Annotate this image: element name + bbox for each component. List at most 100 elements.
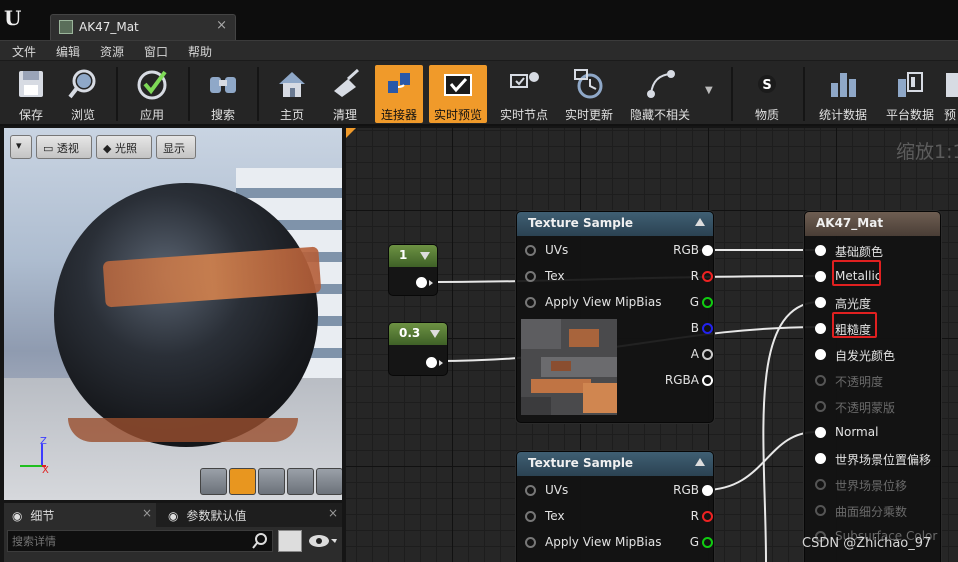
- teapot-shape-button[interactable]: [316, 468, 342, 495]
- output-pin-row[interactable]: RGB: [673, 243, 713, 257]
- live-update-button[interactable]: 实时更新: [558, 65, 620, 123]
- input-pin[interactable]: [525, 297, 536, 308]
- toolbar-separator: [116, 67, 118, 121]
- material-pin-emissive[interactable]: 自发光颜色: [815, 347, 895, 364]
- constant-node-1[interactable]: 1: [388, 244, 438, 296]
- perspective-button[interactable]: ▭ 透视: [36, 135, 92, 159]
- output-pin-row[interactable]: R: [691, 509, 713, 523]
- show-button[interactable]: 显示: [156, 135, 196, 159]
- output-pin[interactable]: [702, 511, 713, 522]
- collapse-icon[interactable]: [695, 218, 705, 226]
- input-pin[interactable]: [815, 453, 826, 464]
- input-pin[interactable]: [525, 511, 536, 522]
- save-button[interactable]: 保存: [6, 65, 56, 123]
- material-preview-viewport[interactable]: ▾ ▭ 透视 ◆ 光照 显示 Z X: [4, 128, 342, 500]
- input-pin-row[interactable]: Apply View MipBias: [525, 295, 661, 309]
- tab-ak47-mat[interactable]: AK47_Mat ×: [50, 14, 236, 40]
- chevron-down-icon[interactable]: [430, 330, 440, 338]
- collapse-icon[interactable]: [695, 458, 705, 466]
- connector-button[interactable]: 连接器: [375, 65, 423, 123]
- stats-button[interactable]: 统计数据: [812, 65, 874, 123]
- output-pin-row[interactable]: G: [690, 295, 713, 309]
- substance-button[interactable]: S 物质: [742, 65, 792, 123]
- input-pin[interactable]: [525, 271, 536, 282]
- material-pin-specular[interactable]: 高光度: [815, 295, 871, 312]
- output-pin[interactable]: [702, 485, 713, 496]
- output-pin-row[interactable]: A: [691, 347, 713, 361]
- axis-gizmo-icon: Z X: [20, 436, 49, 474]
- menu-help[interactable]: 帮助: [188, 43, 212, 60]
- cylinder-shape-button[interactable]: [200, 468, 227, 495]
- constant-node-2[interactable]: 0.3: [388, 322, 448, 376]
- chevron-down-icon[interactable]: [420, 252, 430, 260]
- texture-sample-node-2[interactable]: Texture Sample UVs Tex Apply View MipBia…: [516, 451, 714, 562]
- output-pin[interactable]: [702, 323, 713, 334]
- input-pin-row[interactable]: Tex: [525, 509, 565, 523]
- input-pin[interactable]: [815, 323, 826, 334]
- output-pin-row[interactable]: RGBA: [665, 373, 713, 387]
- chevron-down-icon[interactable]: ▼: [705, 85, 713, 96]
- tab-parameter-defaults[interactable]: ◉ 参数默认值: [160, 503, 342, 527]
- sphere-shape-button[interactable]: [229, 468, 256, 495]
- platform-stats-button[interactable]: 平台数据: [879, 65, 941, 123]
- material-pin-world-position-offset[interactable]: 世界场景位置偏移: [815, 451, 931, 468]
- preview-sphere: [54, 183, 318, 447]
- toolbar-separator: [257, 67, 259, 121]
- material-pin-normal[interactable]: Normal: [815, 425, 878, 439]
- tab-details[interactable]: ◉ 细节: [4, 503, 156, 527]
- input-pin[interactable]: [525, 485, 536, 496]
- material-pin-base-color[interactable]: 基础颜色: [815, 243, 883, 260]
- input-pin-row[interactable]: Tex: [525, 269, 565, 283]
- output-pin[interactable]: [702, 245, 713, 256]
- menu-window[interactable]: 窗口: [144, 43, 168, 60]
- cube-shape-button[interactable]: [287, 468, 314, 495]
- input-pin[interactable]: [815, 349, 826, 360]
- input-pin-row[interactable]: Apply View MipBias: [525, 535, 661, 549]
- input-pin[interactable]: [815, 297, 826, 308]
- hide-unrelated-button[interactable]: 隐藏不相关: [626, 65, 694, 123]
- plane-shape-button[interactable]: [258, 468, 285, 495]
- menu-asset[interactable]: 资源: [100, 43, 124, 60]
- input-pin[interactable]: [815, 427, 826, 438]
- texture-thumbnail: [521, 319, 617, 415]
- viewport-menu-button[interactable]: ▾: [10, 135, 32, 159]
- preview-button[interactable]: 预: [944, 65, 958, 123]
- output-pin-row[interactable]: RGB: [673, 483, 713, 497]
- input-pin[interactable]: [525, 537, 536, 548]
- output-pin-row[interactable]: B: [691, 321, 713, 335]
- output-pin[interactable]: [702, 375, 713, 386]
- input-pin[interactable]: [525, 245, 536, 256]
- clean-button[interactable]: 清理: [320, 65, 370, 123]
- close-icon[interactable]: ×: [142, 506, 152, 520]
- lighting-button[interactable]: ◆ 光照: [96, 135, 152, 159]
- pin-label: 基础颜色: [835, 245, 884, 259]
- apply-button[interactable]: 应用: [127, 65, 177, 123]
- menu-edit[interactable]: 编辑: [56, 43, 80, 60]
- input-pin-row[interactable]: UVs: [525, 243, 568, 257]
- output-pin[interactable]: [702, 297, 713, 308]
- pin-label: R: [690, 269, 699, 283]
- browse-button[interactable]: 浏览: [58, 65, 108, 123]
- output-pin[interactable]: [702, 537, 713, 548]
- live-preview-button[interactable]: 实时预览: [429, 65, 487, 123]
- input-pin[interactable]: [815, 271, 826, 282]
- input-pin[interactable]: [815, 245, 826, 256]
- eye-icon[interactable]: [308, 533, 338, 549]
- close-icon[interactable]: ×: [328, 506, 338, 520]
- output-pin[interactable]: [416, 277, 427, 288]
- input-pin-row[interactable]: UVs: [525, 483, 568, 497]
- menu-file[interactable]: 文件: [12, 43, 36, 60]
- search-button[interactable]: 搜索: [198, 65, 248, 123]
- view-options-icon[interactable]: [278, 530, 302, 552]
- output-pin[interactable]: [702, 271, 713, 282]
- material-graph-canvas[interactable]: 缩放1:1 1 0.3 Texture Sample UVs Tex Apply…: [346, 128, 958, 562]
- live-nodes-button[interactable]: 实时节点: [493, 65, 555, 123]
- output-pin-row[interactable]: R: [690, 269, 713, 283]
- close-icon[interactable]: ×: [216, 18, 227, 33]
- details-search-input[interactable]: [7, 530, 273, 552]
- output-pin-row[interactable]: G: [690, 535, 713, 549]
- output-pin[interactable]: [702, 349, 713, 360]
- texture-sample-node[interactable]: Texture Sample UVs Tex Apply View MipBia…: [516, 211, 714, 423]
- output-pin[interactable]: [426, 357, 437, 368]
- home-button[interactable]: 主页: [267, 65, 317, 123]
